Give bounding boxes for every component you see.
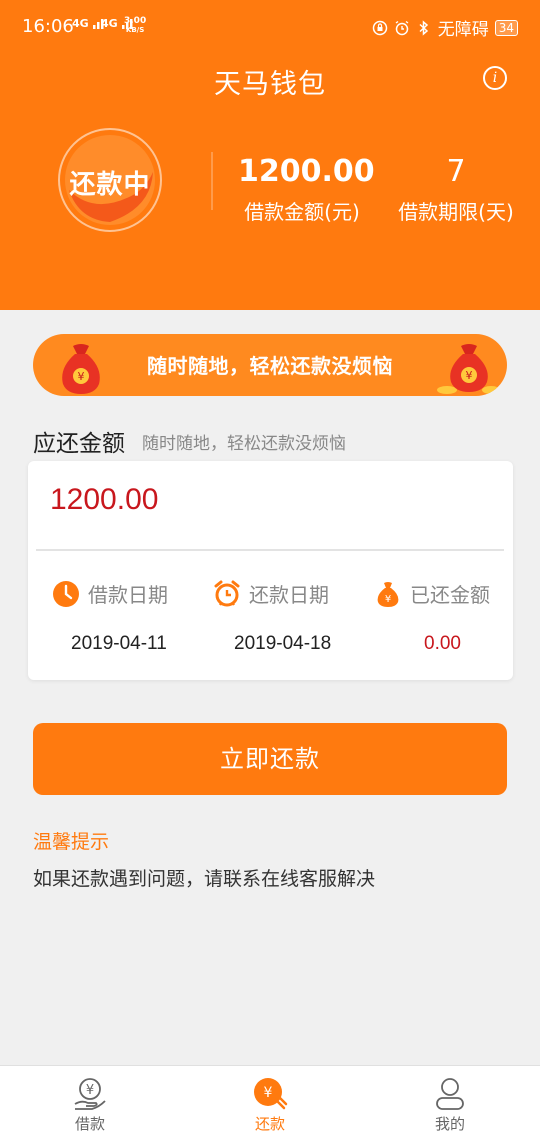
- loan-icon: ¥: [74, 1078, 106, 1110]
- alarm-clock-icon: [214, 580, 240, 606]
- signal-label: 4G: [72, 17, 89, 30]
- loan-term-value: 7: [446, 154, 466, 189]
- tab-profile-label: 我的: [434, 1115, 465, 1133]
- bottom-tab-bar: ¥ 借款 ¥ 还款 我的: [0, 1065, 540, 1140]
- clock-icon: [53, 580, 79, 607]
- loan-amount-stat: 1200.00 借款金额(元): [238, 152, 375, 228]
- repay-date-value: 2019-04-18: [234, 633, 332, 654]
- repay-status-text: 还款中: [69, 170, 151, 200]
- net-speed-value: 3.00: [124, 16, 147, 26]
- loan-icon-symbol: ¥: [86, 1083, 94, 1098]
- lock-rotation-icon: [372, 20, 387, 35]
- header: 16:06 4G 4G 3.00 KB/S 无障碍 34 天马钱包 i 还款中: [0, 0, 540, 310]
- info-icon[interactable]: i: [483, 66, 507, 90]
- profile-icon: [436, 1078, 464, 1110]
- tab-repay-label: 还款: [254, 1115, 285, 1133]
- status-bar: 16:06 4G 4G 3.00 KB/S 无障碍 34: [0, 0, 540, 56]
- repay-date-label: 还款日期: [249, 583, 329, 607]
- net-speed-unit: KB/S: [125, 26, 145, 34]
- repay-date-header: 还款日期: [213, 579, 329, 608]
- money-bag-icon: ¥: [377, 581, 399, 607]
- tab-profile[interactable]: 我的: [405, 1076, 495, 1134]
- money-bag-symbol: ¥: [385, 594, 391, 605]
- tab-repay[interactable]: ¥ 还款: [225, 1076, 315, 1134]
- repay-icon: ¥: [254, 1078, 288, 1110]
- repaid-amount-value: 0.00: [424, 633, 461, 654]
- bluetooth-icon: [419, 19, 428, 36]
- page-title: 天马钱包: [214, 69, 326, 100]
- repay-now-button[interactable]: 立即还款: [33, 723, 507, 795]
- loan-date-value: 2019-04-11: [71, 633, 167, 654]
- battery-icon: 34: [494, 19, 518, 36]
- accessibility-label: 无障碍: [437, 20, 489, 40]
- loan-date-header: 借款日期: [52, 579, 168, 608]
- tip-title: 温馨提示: [33, 831, 110, 853]
- section-title: 应还金额: [33, 431, 125, 457]
- repay-card: 1200.00 借款日期 还款日期 ¥ 已还金额 2019-04-11 2019…: [28, 461, 513, 680]
- alarm-icon: [395, 20, 409, 35]
- loan-term-stat: 7 借款期限(天): [394, 152, 518, 228]
- net-speed: 3.00 KB/S: [124, 17, 146, 35]
- tip-text: 如果还款遇到问题，请联系在线客服解决: [33, 868, 376, 890]
- signal-label-2: 4G: [101, 17, 118, 30]
- section-subtitle: 随时随地，轻松还款没烦恼: [142, 434, 346, 454]
- repay-amount: 1200.00: [50, 483, 159, 516]
- tab-loan-label: 借款: [74, 1115, 105, 1133]
- loan-term-label: 借款期限(天): [398, 200, 514, 224]
- bag-symbol-right: ¥: [466, 369, 473, 382]
- repaid-amount-header: ¥ 已还金额: [374, 579, 490, 608]
- repay-icon-symbol: ¥: [264, 1085, 273, 1101]
- promo-banner[interactable]: ¥ 随时随地，轻松还款没烦恼 ¥: [33, 334, 507, 396]
- card-divider: [36, 549, 504, 551]
- repaid-amount-label: 已还金额: [410, 583, 490, 607]
- tab-loan[interactable]: ¥ 借款: [45, 1076, 135, 1134]
- loan-amount-value: 1200.00: [238, 154, 375, 189]
- loan-amount-label: 借款金额(元): [244, 200, 360, 224]
- repay-status-badge: 还款中: [55, 128, 165, 232]
- status-right: 无障碍 34: [372, 15, 518, 40]
- loan-date-label: 借款日期: [88, 583, 168, 607]
- status-time: 16:06: [22, 16, 74, 37]
- money-bag-right-icon: ¥: [437, 344, 500, 394]
- header-divider: [211, 152, 213, 210]
